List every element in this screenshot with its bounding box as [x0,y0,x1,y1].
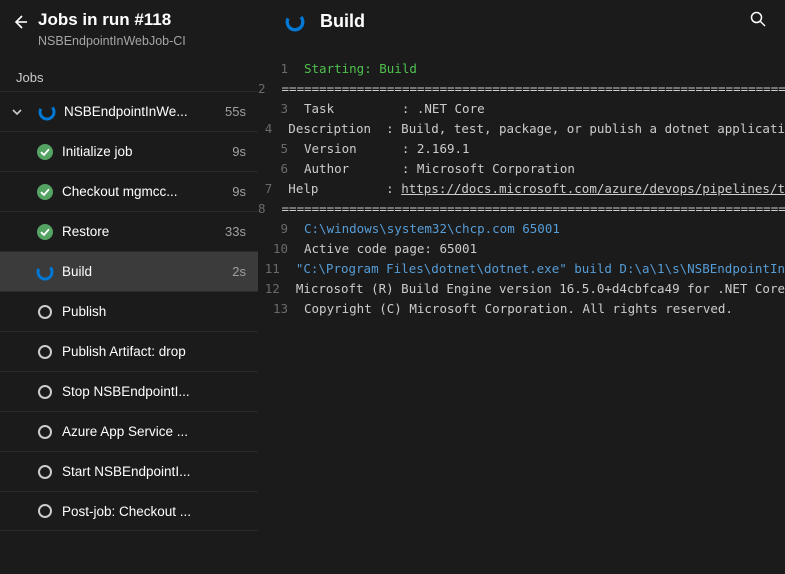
log-line: 8=======================================… [258,199,785,219]
search-icon[interactable] [749,10,767,33]
step-duration: 2s [232,264,246,279]
log-line: 1Starting: Build [258,59,785,79]
step-label: Publish Artifact: drop [62,344,246,359]
back-arrow-icon[interactable] [12,14,28,35]
step-row[interactable]: Build2s [0,251,258,291]
line-text: Version : 2.169.1 [304,139,470,159]
step-row[interactable]: Restore33s [0,211,258,251]
line-number: 5 [258,139,304,159]
status-icon [34,421,56,443]
log-line: 3Task : .NET Core [258,99,785,119]
status-icon [34,221,56,243]
help-link[interactable]: https://docs.microsoft.com/azure/devops/… [401,181,785,196]
step-label: Stop NSBEndpointI... [62,384,246,399]
step-duration: 9s [232,184,246,199]
step-row[interactable]: Azure App Service ... [0,411,258,451]
log-line: 7Help : https://docs.microsoft.com/azure… [258,179,785,199]
running-icon [36,101,58,123]
line-text: Description : Build, test, package, or p… [288,119,785,139]
status-icon [34,181,56,203]
step-label: Checkout mgmcc... [62,184,232,199]
line-text: Copyright (C) Microsoft Corporation. All… [304,299,733,319]
log-line: 4Description : Build, test, package, or … [258,119,785,139]
log-line: 2=======================================… [258,79,785,99]
line-number: 8 [258,199,282,219]
job-duration: 55s [225,104,246,119]
line-text: C:\windows\system32\chcp.com 65001 [304,219,560,239]
line-number: 12 [258,279,296,299]
step-row[interactable]: Stop NSBEndpointI... [0,371,258,411]
line-number: 3 [258,99,304,119]
step-row[interactable]: Checkout mgmcc...9s [0,171,258,211]
step-label: Initialize job [62,144,232,159]
line-text: Microsoft (R) Build Engine version 16.5.… [296,279,785,299]
line-text: Active code page: 65001 [304,239,477,259]
step-row[interactable]: Initialize job9s [0,131,258,171]
line-number: 1 [258,59,304,79]
chevron-down-icon[interactable] [8,106,26,118]
line-text: ========================================… [282,79,785,99]
status-icon [34,261,56,283]
log-line: 12Microsoft (R) Build Engine version 16.… [258,279,785,299]
line-number: 6 [258,159,304,179]
log-line: 13Copyright (C) Microsoft Corporation. A… [258,299,785,319]
job-name: NSBEndpointInWe... [64,104,225,119]
line-text: Starting: Build [304,59,417,79]
status-icon [34,341,56,363]
line-number: 2 [258,79,282,99]
running-icon [284,11,306,33]
step-row[interactable]: Publish Artifact: drop [0,331,258,371]
status-icon [34,500,56,522]
log-header: Build [258,0,785,39]
line-number: 11 [258,259,296,279]
log-line: 5Version : 2.169.1 [258,139,785,159]
step-label: Publish [62,304,246,319]
run-title: Jobs in run #118 [38,10,186,30]
log-line: 6Author : Microsoft Corporation [258,159,785,179]
status-icon [34,461,56,483]
log-line: 9C:\windows\system32\chcp.com 65001 [258,219,785,239]
log-panel: Build 1Starting: Build2=================… [258,0,785,574]
status-icon [34,381,56,403]
line-text: "C:\Program Files\dotnet\dotnet.exe" bui… [296,259,785,279]
line-text: ========================================… [282,199,785,219]
log-line: 11"C:\Program Files\dotnet\dotnet.exe" b… [258,259,785,279]
line-text: Author : Microsoft Corporation [304,159,575,179]
pipeline-name: NSBEndpointInWebJob-CI [38,34,186,48]
log-title: Build [320,11,749,32]
step-row[interactable]: Publish [0,291,258,331]
jobs-sidebar: Jobs in run #118 NSBEndpointInWebJob-CI … [0,0,258,574]
step-label: Azure App Service ... [62,424,246,439]
step-row[interactable]: Start NSBEndpointI... [0,451,258,491]
status-icon [34,301,56,323]
step-duration: 33s [225,224,246,239]
step-label: Start NSBEndpointI... [62,464,246,479]
line-number: 10 [258,239,304,259]
step-row[interactable]: Post-job: Checkout ... [0,491,258,531]
line-text: Task : .NET Core [304,99,485,119]
step-duration: 9s [232,144,246,159]
line-text: Help : https://docs.microsoft.com/azure/… [288,179,785,199]
line-number: 13 [258,299,304,319]
line-number: 4 [258,119,288,139]
status-icon [34,141,56,163]
step-label: Post-job: Checkout ... [62,504,246,519]
step-label: Restore [62,224,225,239]
log-line: 10Active code page: 65001 [258,239,785,259]
line-number: 7 [258,179,288,199]
line-number: 9 [258,219,304,239]
sidebar-header: Jobs in run #118 NSBEndpointInWebJob-CI [0,0,258,60]
log-output[interactable]: 1Starting: Build2=======================… [258,39,785,574]
step-label: Build [62,264,232,279]
jobs-section-heading: Jobs [0,60,258,91]
job-row[interactable]: NSBEndpointInWe... 55s [0,91,258,131]
